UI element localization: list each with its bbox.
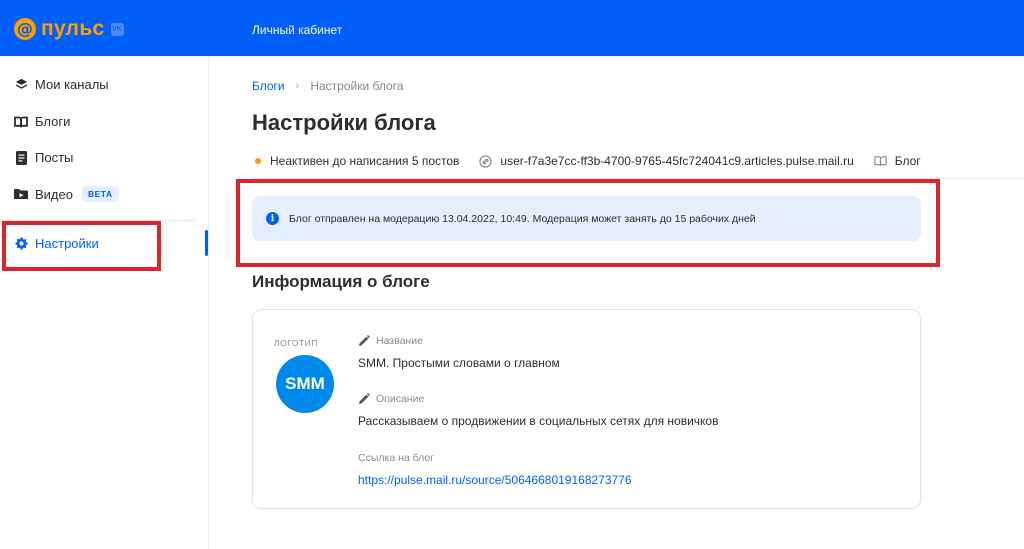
- page-title: Настройки блога: [252, 110, 436, 135]
- book-icon: [14, 115, 28, 129]
- sidebar-item-label: Мои каналы: [35, 77, 109, 92]
- document-icon: [14, 150, 28, 165]
- status-dot-icon: [255, 158, 261, 164]
- blog-name-value: SMM. Простыми словами о главном: [358, 356, 560, 370]
- personal-account-link[interactable]: Личный кабинет: [252, 23, 342, 37]
- name-label: Название: [376, 335, 423, 347]
- blog-info-card: ЛОГОТИП SMM Название SMM. Простыми слова…: [252, 309, 921, 509]
- logo-label: ЛОГОТИП: [274, 338, 318, 348]
- blog-domain: user-f7a3e7cc-ff3b-4700-9765-45fc724041c…: [500, 154, 854, 168]
- sidebar-item-my-channels[interactable]: Мои каналы: [14, 77, 109, 92]
- beta-badge: BETA: [81, 186, 119, 202]
- blog-meta-row: Неактивен до написания 5 постов user-f7a…: [252, 154, 1024, 179]
- at-logo-icon: @: [14, 18, 36, 40]
- description-edit-button[interactable]: Описание: [358, 393, 424, 405]
- sidebar-item-video[interactable]: Видео BETA: [14, 186, 119, 202]
- blog-description-value: Рассказываем о продвижении в социальных …: [358, 414, 719, 428]
- blog-status: Неактивен до написания 5 постов: [270, 154, 460, 168]
- sidebar-item-label: Видео: [35, 186, 73, 202]
- link-icon: [479, 154, 493, 168]
- book-icon: [874, 155, 887, 168]
- breadcrumb-separator-icon: ›: [295, 80, 300, 92]
- section-title: Информация о блоге: [252, 272, 430, 291]
- name-edit-button[interactable]: Название: [358, 335, 423, 347]
- breadcrumb-blogs-link[interactable]: Блоги: [252, 79, 285, 93]
- blog-avatar[interactable]: SMM: [276, 355, 334, 413]
- sidebar-item-blogs[interactable]: Блоги: [14, 114, 70, 129]
- sidebar-item-label: Блоги: [35, 114, 71, 129]
- pencil-icon: [358, 393, 370, 405]
- sidebar: Мои каналы Блоги Посты Видео BETA Настро…: [0, 56, 209, 549]
- logo-text: пульс: [41, 17, 105, 40]
- breadcrumb-current: Настройки блога: [310, 79, 404, 93]
- pulse-logo[interactable]: @ пульс VK: [14, 18, 124, 40]
- blog-type: Блог: [894, 154, 921, 168]
- blog-link[interactable]: https://pulse.mail.ru/source/50646680191…: [358, 473, 632, 487]
- sidebar-item-posts[interactable]: Посты: [14, 150, 73, 165]
- video-icon: [14, 187, 28, 201]
- breadcrumb: Блоги › Настройки блога: [252, 79, 403, 93]
- alert-highlight-box: [236, 179, 940, 267]
- avatar-text: SMM: [285, 374, 325, 393]
- layers-icon: [14, 78, 28, 92]
- vk-badge-icon: VK: [110, 22, 124, 36]
- sidebar-item-label: Посты: [35, 150, 74, 165]
- blog-link-label: Ссылка на блог: [358, 452, 435, 464]
- blog-link-container: https://pulse.mail.ru/source/50646680191…: [358, 473, 632, 487]
- pencil-icon: [358, 335, 370, 347]
- top-bar: @ пульс VK Личный кабинет: [0, 0, 1024, 56]
- description-label: Описание: [376, 393, 425, 405]
- settings-highlight-box: [2, 221, 161, 271]
- active-indicator: [205, 230, 208, 256]
